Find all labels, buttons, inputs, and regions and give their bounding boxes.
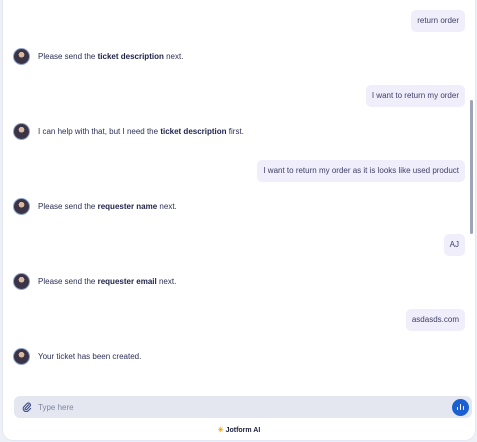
microphone-button[interactable] — [452, 399, 469, 416]
bot-avatar — [13, 273, 30, 290]
user-message: asdasds.com — [405, 309, 465, 331]
bot-message-emphasis: requester email — [97, 276, 157, 286]
microphone-icon — [459, 404, 461, 410]
bot-message-row: Your ticket has been created. — [13, 348, 465, 365]
chat-window: return order Please send the ticket desc… — [3, 0, 475, 440]
microphone-icon — [456, 407, 458, 410]
bot-message-row: Please send the ticket description next. — [13, 48, 465, 65]
bot-message-text: next. — [156, 276, 177, 286]
user-message: return order — [411, 10, 465, 32]
bot-message: I can help with that, but I need the tic… — [38, 127, 244, 137]
bot-message-text: Please send the — [38, 51, 98, 61]
paperclip-icon[interactable] — [22, 402, 32, 413]
bot-message-text: next. — [163, 51, 184, 61]
bot-message-text: Your ticket has been created. — [38, 351, 142, 361]
bot-message-row: Please send the requester email next. — [13, 273, 465, 290]
user-message: AJ — [443, 234, 465, 256]
bot-message-row: Please send the requester name next. — [13, 198, 465, 215]
bot-message-text: Please send the — [38, 201, 98, 211]
bot-message: Please send the requester name next. — [38, 202, 177, 212]
bot-avatar — [13, 348, 30, 365]
bot-message-emphasis: requester name — [97, 201, 158, 211]
bot-message-text: I can help with that, but I need the — [38, 126, 161, 136]
chat-scrollbar[interactable] — [470, 0, 473, 392]
scrollbar-thumb[interactable] — [470, 100, 473, 234]
message-composer — [14, 396, 472, 418]
bot-message-emphasis: ticket description — [97, 51, 164, 61]
bot-avatar — [13, 198, 30, 215]
user-message: I want to return my order — [365, 85, 465, 107]
bot-message-text: next. — [157, 201, 177, 211]
bot-message: Please send the requester email next. — [38, 277, 176, 287]
bot-message-row: I can help with that, but I need the tic… — [13, 123, 465, 140]
user-message: I want to return my order as it is looks… — [257, 160, 465, 182]
brand-name: Jotform AI — [225, 427, 261, 434]
bot-avatar — [13, 48, 30, 65]
bot-message-text: Please send the — [38, 276, 98, 286]
chat-log: return order Please send the ticket desc… — [3, 0, 475, 392]
message-input[interactable] — [38, 399, 428, 415]
bot-message-text: first. — [226, 126, 244, 136]
brand-footer[interactable]: ✳ Jotform AI — [3, 426, 475, 434]
microphone-icon — [462, 406, 464, 410]
bot-message: Your ticket has been created. — [38, 352, 141, 362]
bot-avatar — [13, 123, 30, 140]
sparkle-icon: ✳ — [217, 427, 224, 434]
bot-message-emphasis: ticket description — [160, 126, 227, 136]
bot-message: Please send the ticket description next. — [38, 52, 183, 62]
